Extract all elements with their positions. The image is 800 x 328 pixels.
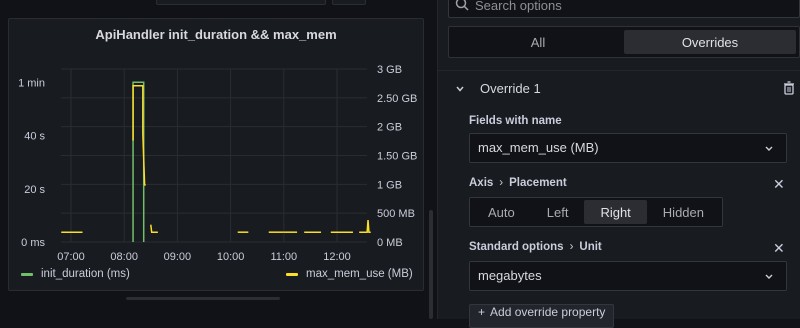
- fields-with-name-select[interactable]: max_mem_use (MB): [469, 133, 787, 163]
- breadcrumb-arrow: ›: [499, 177, 504, 189]
- x-tick-label: 09:00: [164, 251, 192, 263]
- search-icon: [455, 0, 469, 11]
- panel-stub: [156, 0, 326, 5]
- select-value: max_mem_use (MB): [478, 140, 599, 155]
- y-left-tick-label: 1 min: [18, 77, 45, 89]
- y-right-tick-label: 2.50 GB: [377, 93, 417, 105]
- trash-icon[interactable]: [783, 81, 795, 95]
- unit-select[interactable]: megabytes: [469, 261, 787, 291]
- vertical-scrollbar[interactable]: [429, 210, 433, 319]
- search-placeholder: Search options: [475, 0, 562, 13]
- legend-label: init_duration (ms): [41, 268, 130, 280]
- chevron-down-icon[interactable]: [454, 83, 466, 95]
- options-pane: Search options All Overrides Override 1 …: [438, 0, 800, 328]
- options-tabs: All Overrides: [448, 26, 800, 58]
- label-part: Placement: [509, 177, 567, 189]
- x-tick-label: 11:00: [270, 251, 297, 263]
- select-value: megabytes: [478, 268, 542, 283]
- placement-right[interactable]: Right: [584, 200, 647, 224]
- legend-swatch: [21, 272, 33, 276]
- label-part: Standard options: [469, 241, 564, 253]
- y-right-tick-label: 2 GB: [377, 122, 402, 134]
- close-icon[interactable]: ✕: [773, 240, 785, 257]
- placement-radio-group: Auto Left Right Hidden: [469, 197, 723, 227]
- override-header[interactable]: Override 1: [452, 80, 800, 100]
- series-line: [359, 220, 371, 233]
- placement-auto[interactable]: Auto: [472, 200, 531, 224]
- tab-overrides[interactable]: Overrides: [624, 30, 796, 54]
- placement-hidden[interactable]: Hidden: [647, 200, 720, 224]
- y-right-tick-label: 500 MB: [377, 208, 415, 220]
- horizontal-scrollbar[interactable]: [126, 297, 280, 300]
- legend-swatch: [286, 272, 298, 276]
- timeseries-panel[interactable]: ApiHandler init_duration && max_mem 0 MB…: [8, 18, 424, 291]
- fields-with-name-label: Fields with name: [469, 115, 562, 127]
- x-tick-label: 10:00: [217, 251, 245, 263]
- standard-unit-label: Standard options › Unit: [469, 241, 602, 253]
- y-right-tick-label: 1.50 GB: [377, 151, 417, 163]
- chevron-down-icon: [765, 274, 773, 279]
- x-tick-label: 08:00: [110, 251, 138, 263]
- axis-placement-label: Axis › Placement: [469, 177, 567, 189]
- legend-item-max-mem[interactable]: max_mem_use (MB): [286, 268, 413, 280]
- y-right-tick-label: 1 GB: [377, 179, 402, 191]
- button-label: Add override property: [490, 305, 606, 319]
- tab-all[interactable]: All: [452, 30, 624, 54]
- label-part: Axis: [469, 177, 494, 189]
- legend-item-init-duration[interactable]: init_duration (ms): [21, 268, 130, 280]
- y-left-tick-label: 0 ms: [21, 237, 45, 249]
- override-title: Override 1: [480, 81, 541, 96]
- add-override-property-button[interactable]: + Add override property: [469, 304, 615, 328]
- y-left-tick-label: 40 s: [24, 131, 45, 143]
- search-options-input[interactable]: Search options: [448, 0, 800, 18]
- placement-left[interactable]: Left: [531, 200, 585, 224]
- plus-icon: +: [478, 305, 486, 319]
- label-part: Unit: [579, 241, 602, 253]
- panel-stub: [332, 0, 366, 5]
- chart: 0 MB 500 MB 1 GB 1.50 GB 2 GB 2.50 GB 3 GB 0 ms…: [18, 64, 417, 263]
- close-icon[interactable]: ✕: [773, 176, 785, 193]
- breadcrumb-arrow: ›: [569, 241, 574, 253]
- divider: [438, 70, 800, 71]
- chevron-down-icon: [765, 146, 773, 151]
- y-left-tick-label: 20 s: [24, 184, 45, 196]
- legend-label: max_mem_use (MB): [306, 268, 413, 280]
- x-tick-label: 12:00: [323, 251, 351, 263]
- x-tick-label: 07:00: [57, 251, 85, 263]
- series-line: [150, 224, 158, 233]
- y-right-tick-label: 0 MB: [377, 237, 403, 249]
- y-right-tick-label: 3 GB: [377, 64, 402, 76]
